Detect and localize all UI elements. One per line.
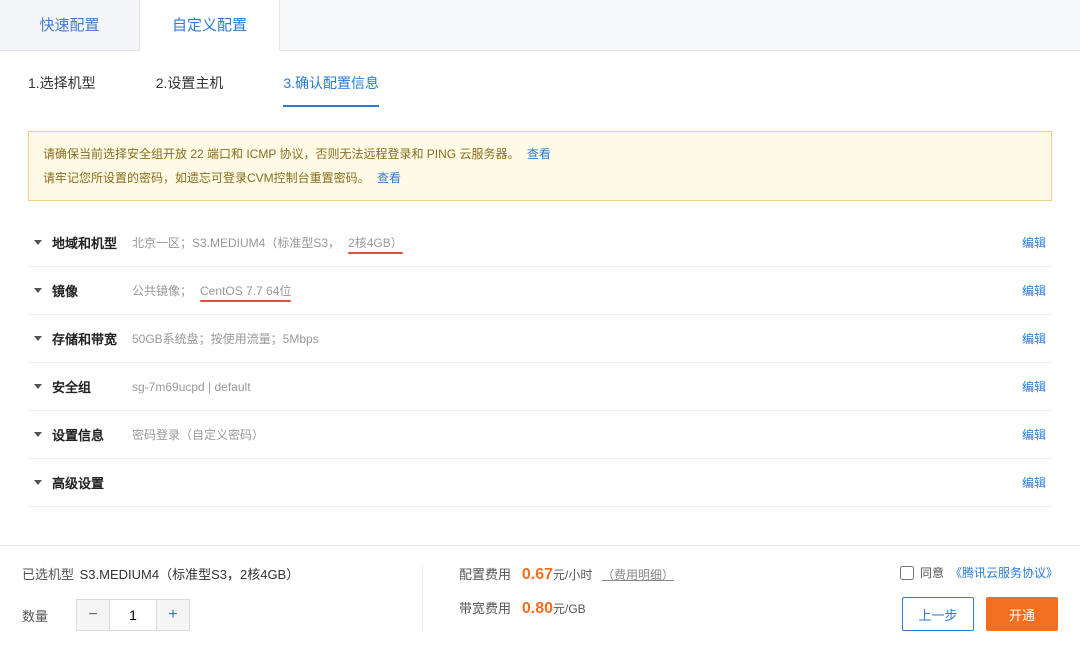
- tab-custom-config[interactable]: 自定义配置: [140, 0, 280, 51]
- submit-button[interactable]: 开通: [986, 597, 1058, 631]
- section-region-model[interactable]: 地域和机型 北京一区；S3.MEDIUM4（标准型S3， 2核4GB） 编辑: [28, 219, 1052, 267]
- quantity-input[interactable]: [109, 600, 157, 630]
- config-fee-label: 配置费用: [459, 567, 511, 582]
- step-confirm-config[interactable]: 3.确认配置信息: [283, 73, 379, 107]
- section-title: 高级设置: [52, 473, 124, 492]
- selected-model-value: S3.MEDIUM4（标准型S3，2核4GB）: [80, 567, 300, 582]
- chevron-down-icon: [34, 384, 42, 389]
- chevron-down-icon: [34, 480, 42, 485]
- quantity-plus-button[interactable]: +: [157, 600, 189, 630]
- chevron-down-icon: [34, 336, 42, 341]
- previous-step-button[interactable]: 上一步: [902, 597, 974, 631]
- config-mode-tabs: 快速配置 自定义配置: [0, 0, 1080, 51]
- section-detail: sg-7m69ucpd | default: [132, 380, 251, 394]
- section-image[interactable]: 镜像 公共镜像； CentOS 7.7 64位 编辑: [28, 267, 1052, 315]
- edit-link[interactable]: 编辑: [1022, 282, 1046, 299]
- section-title: 设置信息: [52, 425, 124, 444]
- edit-link[interactable]: 编辑: [1022, 234, 1046, 251]
- section-detail: 北京一区；S3.MEDIUM4（标准型S3，: [132, 234, 340, 251]
- config-fee-unit: 元/小时: [553, 568, 592, 582]
- edit-link[interactable]: 编辑: [1022, 474, 1046, 491]
- section-advanced[interactable]: 高级设置 编辑: [28, 459, 1052, 507]
- quantity-label: 数量: [22, 606, 76, 625]
- agree-checkbox[interactable]: [900, 566, 914, 580]
- selected-model-label: 已选机型: [22, 564, 76, 583]
- section-detail: 50GB系统盘；按使用流量；5Mbps: [132, 330, 319, 347]
- bandwidth-fee-amount: 0.80: [522, 600, 553, 617]
- section-storage-bandwidth[interactable]: 存储和带宽 50GB系统盘；按使用流量；5Mbps 编辑: [28, 315, 1052, 363]
- footer-bar: 已选机型 S3.MEDIUM4（标准型S3，2核4GB） 数量 − + 配置费用…: [0, 545, 1080, 650]
- bandwidth-fee-unit: 元/GB: [553, 602, 586, 616]
- quantity-minus-button[interactable]: −: [77, 600, 109, 630]
- section-title: 地域和机型: [52, 233, 124, 252]
- chevron-down-icon: [34, 432, 42, 437]
- chevron-down-icon: [34, 240, 42, 245]
- wizard-steps: 1.选择机型 2.设置主机 3.确认配置信息: [28, 51, 1052, 107]
- warning-line2: 请牢记您所设置的密码，如遗忘可登录CVM控制台重置密码。: [43, 171, 370, 185]
- warning-line1: 请确保当前选择安全组开放 22 端口和 ICMP 协议，否则无法远程登录和 PI…: [43, 147, 519, 161]
- agree-label: 同意: [920, 564, 944, 581]
- warning-view-link-2[interactable]: 查看: [377, 171, 401, 185]
- section-title: 镜像: [52, 281, 124, 300]
- warning-view-link-1[interactable]: 查看: [527, 147, 551, 161]
- config-summary-list: 地域和机型 北京一区；S3.MEDIUM4（标准型S3， 2核4GB） 编辑 镜…: [28, 219, 1052, 507]
- bandwidth-fee-label: 带宽费用: [459, 601, 511, 616]
- section-detail-highlight: CentOS 7.7 64位: [200, 282, 291, 299]
- step-select-model[interactable]: 1.选择机型: [28, 73, 96, 107]
- edit-link[interactable]: 编辑: [1022, 426, 1046, 443]
- chevron-down-icon: [34, 288, 42, 293]
- section-title: 安全组: [52, 377, 124, 396]
- section-detail-highlight: 2核4GB）: [348, 234, 403, 251]
- tab-quick-config[interactable]: 快速配置: [0, 0, 140, 50]
- section-detail: 公共镜像；: [132, 282, 192, 299]
- section-security-group[interactable]: 安全组 sg-7m69ucpd | default 编辑: [28, 363, 1052, 411]
- edit-link[interactable]: 编辑: [1022, 330, 1046, 347]
- section-settings-info[interactable]: 设置信息 密码登录（自定义密码） 编辑: [28, 411, 1052, 459]
- warning-banner: 请确保当前选择安全组开放 22 端口和 ICMP 协议，否则无法远程登录和 PI…: [28, 131, 1052, 201]
- fee-detail-link[interactable]: （费用明细）: [602, 568, 674, 582]
- quantity-stepper: − +: [76, 599, 190, 631]
- section-title: 存储和带宽: [52, 329, 124, 348]
- step-set-host[interactable]: 2.设置主机: [156, 73, 224, 107]
- section-detail: 密码登录（自定义密码）: [132, 426, 264, 443]
- config-fee-amount: 0.67: [522, 566, 553, 583]
- edit-link[interactable]: 编辑: [1022, 378, 1046, 395]
- service-agreement-link[interactable]: 《腾讯云服务协议》: [950, 564, 1058, 581]
